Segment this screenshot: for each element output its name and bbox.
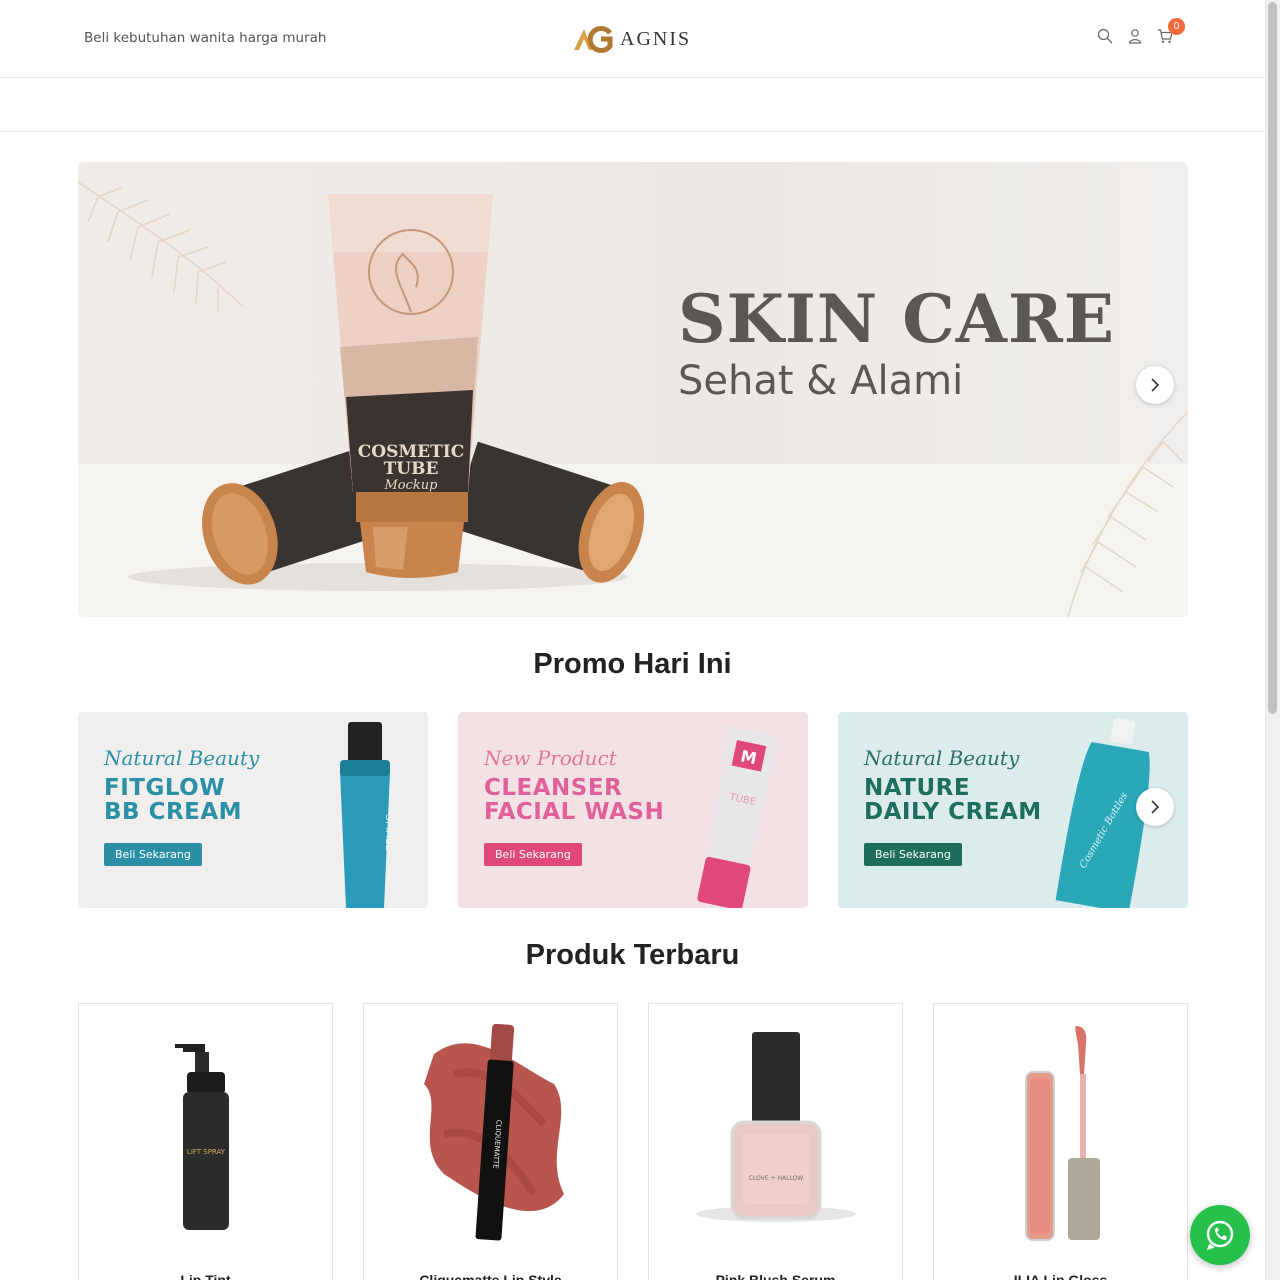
hero-next-button[interactable] <box>1136 366 1174 404</box>
promo-script-text: New Product <box>484 746 617 770</box>
buy-now-button[interactable]: Beli Sekarang <box>484 843 582 866</box>
product-image <box>1025 1026 1100 1241</box>
hero-title: SKIN CARE <box>678 280 1116 358</box>
svg-text:TUBE: TUBE <box>384 459 439 479</box>
promo-next-button[interactable] <box>1136 788 1174 826</box>
header-actions: 0 <box>1097 18 1185 44</box>
svg-text:SMALL: SMALL <box>383 814 396 851</box>
user-icon[interactable] <box>1127 28 1143 44</box>
buy-now-button[interactable]: Beli Sekarang <box>104 843 202 866</box>
cart-button[interactable]: 0 <box>1157 18 1185 44</box>
product-name[interactable]: Pink Blush Serum <box>649 1272 902 1280</box>
promo-title: CLEANSER FACIAL WASH <box>484 776 664 824</box>
svg-text:CLOVE + HALLOW: CLOVE + HALLOW <box>749 1175 803 1182</box>
product-card[interactable]: ILIA Lip Gloss <box>933 1003 1188 1280</box>
svg-text:LIFT SPRAY: LIFT SPRAY <box>187 1148 226 1156</box>
svg-text:Mockup: Mockup <box>384 478 439 493</box>
header-tagline: Beli kebutuhan wanita harga murah <box>84 30 327 46</box>
promo-title-line2: FACIAL WASH <box>484 799 665 825</box>
hero-subtitle: Sehat & Alami <box>678 358 964 404</box>
product-name[interactable]: Cliquematte Lip Style <box>364 1272 617 1280</box>
promo-script-text: Natural Beauty <box>104 746 260 770</box>
product-image: CLOVE + HALLOW <box>696 1032 856 1222</box>
hero-banner[interactable]: COSMETIC TUBE Mockup SKIN CARE Sehat & A… <box>78 162 1188 617</box>
nav-bar <box>0 78 1265 132</box>
product-card[interactable]: CLIQUEMATTE Cliquematte Lip Style <box>363 1003 618 1280</box>
promo-section-title: Promo Hari Ini <box>533 648 732 680</box>
promo-title: NATURE DAILY CREAM <box>864 776 1042 824</box>
promo-title-line2: BB CREAM <box>104 799 243 825</box>
chevron-right-icon <box>1151 800 1160 814</box>
whatsapp-chat-button[interactable] <box>1190 1205 1250 1265</box>
products-section-title: Produk Terbaru <box>525 939 740 971</box>
promo-title-line2: DAILY CREAM <box>864 799 1042 825</box>
site-header: Beli kebutuhan wanita harga murah AGNIS … <box>0 0 1265 78</box>
product-card[interactable]: CLOVE + HALLOW Pink Blush Serum <box>648 1003 903 1280</box>
scrollbar-thumb[interactable] <box>1268 2 1277 714</box>
product-image: LIFT SPRAY <box>175 1044 229 1230</box>
agnis-logo-icon <box>574 26 613 53</box>
promo-title: FITGLOW BB CREAM <box>104 776 242 824</box>
promo-banner-cleanser[interactable]: M TUBE New Product CLEANSER FACIAL WASH … <box>458 712 808 908</box>
product-name[interactable]: Lip Tint <box>79 1272 332 1280</box>
cart-count-badge: 0 <box>1168 18 1185 35</box>
product-name[interactable]: ILIA Lip Gloss <box>934 1272 1187 1280</box>
search-icon[interactable] <box>1097 28 1113 44</box>
brand-name: AGNIS <box>620 27 692 50</box>
page-scrollbar[interactable] <box>1265 0 1280 1280</box>
product-image: CLIQUEMATTE <box>424 1023 564 1241</box>
whatsapp-icon <box>1206 1220 1234 1251</box>
buy-now-button[interactable]: Beli Sekarang <box>864 843 962 866</box>
promo-title-line1: NATURE <box>864 775 971 801</box>
promo-title-line1: FITGLOW <box>104 775 226 801</box>
product-card[interactable]: LIFT SPRAY Lip Tint <box>78 1003 333 1280</box>
brand-logo[interactable]: AGNIS <box>572 24 691 54</box>
promo-title-line1: CLEANSER <box>484 775 623 801</box>
promo-script-text: Natural Beauty <box>864 746 1020 770</box>
hero-product-image: COSMETIC TUBE Mockup <box>78 181 1188 617</box>
chevron-right-icon <box>1151 378 1160 392</box>
promo-banner-fitglow[interactable]: SMALL Natural Beauty FITGLOW BB CREAM Be… <box>78 712 428 908</box>
